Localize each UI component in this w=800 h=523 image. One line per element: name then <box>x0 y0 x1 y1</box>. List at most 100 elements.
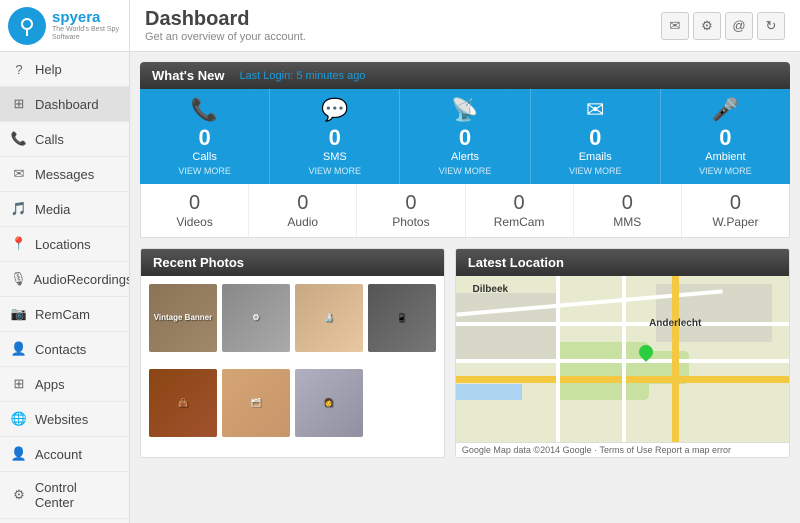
latest-location-header: Latest Location <box>456 249 789 276</box>
page-header: Dashboard Get an overview of your accoun… <box>130 0 800 52</box>
map-water <box>456 384 523 401</box>
sidebar-icon-1: ⊞ <box>10 95 28 113</box>
sidebar-icon-11: 👤 <box>10 445 28 463</box>
photo-label-5: 🗂 <box>251 398 261 407</box>
brand-name: spyera <box>52 9 121 26</box>
sidebar-icon-12: ⚙ <box>10 486 28 504</box>
stat-count-4: 0 <box>719 125 731 151</box>
sidebar-item-apps[interactable]: ⊞Apps <box>0 367 129 402</box>
sidebar-icon-2: 📞 <box>10 130 28 148</box>
photos-grid: Vintage Banner ⚙ 🍶 📱 👜 🗂 👩 <box>141 276 444 457</box>
sec-stat-videos: 0 Videos <box>141 184 249 237</box>
sidebar-item-audiorecordings[interactable]: 🎙AudioRecordings <box>0 262 129 297</box>
sec-stat-photos: 0 Photos <box>357 184 465 237</box>
sidebar-item-websites[interactable]: 🌐Websites <box>0 402 129 437</box>
sec-stat-label-2: Photos <box>392 215 429 229</box>
stat-icon-4: 🎤 <box>712 97 739 123</box>
sidebar-nav: ? Help ⊞ Dashboard 📞 Calls ✉Messages🎵Media📍Loc… <box>0 52 129 523</box>
stat-item-alerts: 📡 0 Alerts VIEW MORE <box>400 89 530 184</box>
photo-thumb-1[interactable]: ⚙ <box>222 284 290 352</box>
sidebar-item-help[interactable]: ? Help <box>0 52 129 87</box>
photo-label-1: ⚙ <box>252 313 259 322</box>
sidebar-item-dashboard[interactable]: ⊞ Dashboard <box>0 87 129 122</box>
photo-label-2: 🍶 <box>324 313 334 322</box>
stat-viewmore-0[interactable]: VIEW MORE <box>178 166 231 176</box>
recent-photos-panel: Recent Photos Vintage Banner⚙🍶📱👜🗂👩 <box>140 248 445 458</box>
map-road-v2 <box>556 276 560 442</box>
whats-new-title: What's New <box>152 68 224 83</box>
email-icon-button[interactable]: ✉ <box>661 12 689 40</box>
sidebar-label-1: Dashboard <box>35 97 99 112</box>
stat-viewmore-3[interactable]: VIEW MORE <box>569 166 622 176</box>
sidebar-item-locations[interactable]: 📍Locations <box>0 227 129 262</box>
photo-thumb-6[interactable]: 👩 <box>295 369 363 437</box>
photo-label-3: 📱 <box>397 313 407 322</box>
stat-label-1: SMS <box>323 151 347 163</box>
settings-icon-button[interactable]: ⚙ <box>693 12 721 40</box>
photo-thumb-2[interactable]: 🍶 <box>295 284 363 352</box>
map-location-label: Anderlecht <box>649 318 701 329</box>
stat-icon-1: 💬 <box>321 97 348 123</box>
photo-thumb-0[interactable]: Vintage Banner <box>149 284 217 352</box>
sidebar-icon-8: 👤 <box>10 340 28 358</box>
sec-stat-count-4: 0 <box>622 192 633 215</box>
page-title: Dashboard <box>145 8 306 31</box>
refresh-icon-button[interactable]: ↻ <box>757 12 785 40</box>
whats-new-bar: What's New Last Login: 5 minutes ago <box>140 62 790 89</box>
sidebar-item-account[interactable]: 👤Account <box>0 437 129 472</box>
sec-stat-label-0: Videos <box>176 215 212 229</box>
stat-viewmore-2[interactable]: VIEW MORE <box>439 166 492 176</box>
sidebar-label-4: Media <box>35 202 70 217</box>
sec-stat-count-0: 0 <box>189 192 200 215</box>
primary-stats-row: 📞 0 Calls VIEW MORE 💬 0 SMS VIEW MORE 📡 … <box>140 89 790 184</box>
sidebar-icon-5: 📍 <box>10 235 28 253</box>
sidebar-label-2: Calls <box>35 132 64 147</box>
sidebar-item-messages[interactable]: ✉Messages <box>0 157 129 192</box>
sidebar-item-control-center[interactable]: ⚙ Control Center <box>0 472 129 519</box>
sidebar-item-alerts[interactable]: 🔔Alerts <box>0 519 129 523</box>
sidebar-icon-9: ⊞ <box>10 375 28 393</box>
sidebar-icon-7: 📷 <box>10 305 28 323</box>
logo: spyera The World's Best Spy Software <box>0 0 129 52</box>
bottom-panels: Recent Photos Vintage Banner⚙🍶📱👜🗂👩 Lates… <box>140 248 790 458</box>
stat-viewmore-1[interactable]: VIEW MORE <box>309 166 362 176</box>
sec-stat-count-2: 0 <box>405 192 416 215</box>
sec-stat-label-4: MMS <box>613 215 641 229</box>
stat-count-1: 0 <box>329 125 341 151</box>
sidebar-item-calls[interactable]: 📞 Calls <box>0 122 129 157</box>
sidebar-item-contacts[interactable]: 👤 Contacts <box>0 332 129 367</box>
secondary-stats-row: 0 Videos 0 Audio 0 Photos 0 RemCam 0 MMS… <box>140 184 790 238</box>
stat-item-sms: 💬 0 SMS VIEW MORE <box>270 89 400 184</box>
stat-count-3: 0 <box>589 125 601 151</box>
stat-label-3: Emails <box>579 151 612 163</box>
sidebar: spyera The World's Best Spy Software ? He… <box>0 0 130 523</box>
sec-stat-audio: 0 Audio <box>249 184 357 237</box>
at-icon-button[interactable]: @ <box>725 12 753 40</box>
sidebar-item-remcam[interactable]: 📷RemCam <box>0 297 129 332</box>
sidebar-label-10: Websites <box>35 412 88 427</box>
stat-item-emails: ✉ 0 Emails VIEW MORE <box>531 89 661 184</box>
sidebar-label-0: Help <box>35 62 62 77</box>
map-google-label: Google <box>462 445 491 455</box>
sidebar-icon-3: ✉ <box>10 165 28 183</box>
stat-label-0: Calls <box>192 151 216 163</box>
sidebar-label-12: Control Center <box>35 480 119 510</box>
sidebar-label-8: Contacts <box>35 342 86 357</box>
photo-thumb-5[interactable]: 🗂 <box>222 369 290 437</box>
photo-thumb-3[interactable]: 📱 <box>368 284 436 352</box>
sidebar-icon-0: ? <box>10 60 28 78</box>
stat-viewmore-4[interactable]: VIEW MORE <box>699 166 752 176</box>
sec-stat-w.paper: 0 W.Paper <box>682 184 789 237</box>
stat-icon-0: 📞 <box>191 97 218 123</box>
photo-label-4: 👜 <box>178 398 188 407</box>
page-subtitle: Get an overview of your account. <box>145 31 306 43</box>
sec-stat-remcam: 0 RemCam <box>466 184 574 237</box>
sidebar-item-media[interactable]: 🎵Media <box>0 192 129 227</box>
header-title-block: Dashboard Get an overview of your accoun… <box>145 8 306 43</box>
photo-thumb-4[interactable]: 👜 <box>149 369 217 437</box>
map-road-major-v <box>672 276 679 442</box>
sec-stat-label-5: W.Paper <box>712 215 758 229</box>
map-container[interactable]: Dilbeek Anderlecht <box>456 276 789 442</box>
sec-stat-mms: 0 MMS <box>574 184 682 237</box>
stat-label-4: Ambient <box>705 151 745 163</box>
